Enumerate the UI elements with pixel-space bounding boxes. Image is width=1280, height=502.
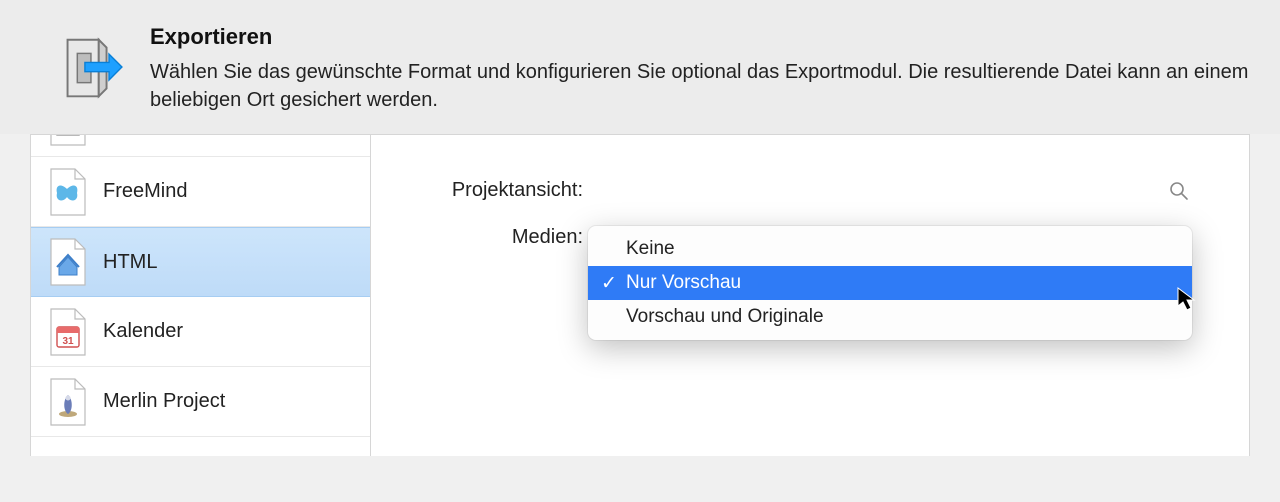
sidebar-item-merlin[interactable]: Merlin Project — [31, 367, 370, 437]
header-title: Exportieren — [150, 24, 1250, 50]
check-icon: ✓ — [600, 272, 618, 295]
search-icon[interactable] — [1169, 181, 1189, 206]
sidebar-item-freemind[interactable]: FreeMind — [31, 157, 370, 227]
sidebar-item-label: FreeMind — [103, 180, 187, 203]
media-dropdown[interactable]: ✓ Keine ✓ Nur Vorschau ✓ Vorschau und Or… — [588, 226, 1192, 340]
export-icon — [50, 30, 128, 108]
header-subtitle: Wählen Sie das gewünschte Format und kon… — [150, 58, 1250, 114]
dropdown-option-label: Keine — [626, 238, 675, 260]
butterfly-icon — [45, 167, 89, 217]
sidebar: Formatierter Text FreeMind — [31, 135, 371, 456]
dropdown-option-label: Nur Vorschau — [626, 272, 741, 294]
merlin-icon — [45, 377, 89, 427]
dropdown-option-preview-only[interactable]: ✓ Nur Vorschau — [588, 266, 1192, 300]
sidebar-item-calendar[interactable]: 31 Kalender — [31, 297, 370, 367]
calendar-icon: 31 — [45, 307, 89, 357]
projectview-label: Projektansicht: — [411, 179, 583, 202]
dropdown-option-none[interactable]: ✓ Keine — [588, 232, 1192, 266]
header: Exportieren Wählen Sie das gewünschte Fo… — [0, 0, 1280, 134]
sidebar-item-label: HTML — [103, 251, 157, 274]
sidebar-item-label: Merlin Project — [103, 390, 225, 413]
media-label: Medien: — [411, 226, 583, 249]
table-icon — [45, 135, 89, 147]
header-text: Exportieren Wählen Sie das gewünschte Fo… — [150, 24, 1250, 114]
sidebar-item-html[interactable]: HTML — [31, 227, 370, 297]
form-row-projectview: Projektansicht: — [411, 179, 1209, 202]
sidebar-item-label: Kalender — [103, 320, 183, 343]
dropdown-option-preview-and-originals[interactable]: ✓ Vorschau und Originale — [588, 300, 1192, 334]
svg-text:31: 31 — [62, 336, 74, 347]
home-icon — [45, 237, 89, 287]
sidebar-item-formatted-text[interactable]: Formatierter Text — [31, 135, 370, 157]
dropdown-option-label: Vorschau und Originale — [626, 306, 824, 328]
